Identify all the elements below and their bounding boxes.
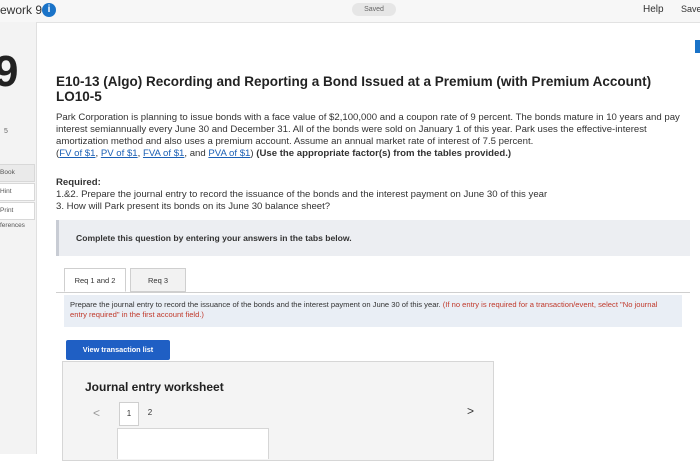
question-number: 9: [0, 47, 19, 96]
question-title: E10-13 (Algo) Recording and Reporting a …: [56, 74, 652, 104]
pva-table-link[interactable]: PVA of $1: [208, 148, 250, 159]
worksheet-pager: < 1 2 >: [85, 402, 495, 426]
page-2-button[interactable]: 2: [141, 402, 159, 424]
journal-entry-worksheet: Journal entry worksheet < 1 2 >: [62, 361, 494, 461]
ebook-button[interactable]: Book: [0, 164, 35, 182]
fv-table-link[interactable]: FV of $1: [59, 148, 95, 159]
requirement-1-2: 1.&2. Prepare the journal entry to recor…: [56, 189, 548, 200]
fva-table-link[interactable]: FVA of $1: [143, 148, 184, 159]
tab-req-3[interactable]: Req 3: [130, 268, 186, 292]
page-1-button[interactable]: 1: [119, 402, 139, 426]
tab-req-1-and-2[interactable]: Req 1 and 2: [64, 268, 126, 292]
factor-note: (Use the appropriate factor(s) from the …: [256, 148, 512, 159]
required-label: Required:: [56, 177, 101, 188]
print-button[interactable]: Print: [0, 202, 35, 220]
problem-text: Park Corporation is planning to issue bo…: [56, 112, 680, 159]
complete-instructions-bar: Complete this question by entering your …: [56, 220, 690, 256]
saved-status: Saved: [352, 3, 396, 16]
chevron-left-icon[interactable]: <: [93, 406, 100, 420]
problem-body: Park Corporation is planning to issue bo…: [56, 112, 680, 147]
complete-prompt: Complete this question by entering your …: [76, 233, 352, 243]
required-section: Required: 1.&2. Prepare the journal entr…: [56, 177, 676, 213]
assignment-title: ework 9: [0, 3, 43, 17]
chevron-right-icon[interactable]: >: [467, 404, 474, 418]
instruction-box: Prepare the journal entry to record the …: [64, 295, 682, 327]
tab-panel: Prepare the journal entry to record the …: [56, 292, 690, 461]
requirement-3: 3. How will Park present its bonds on it…: [56, 201, 331, 212]
top-bar: ework 9 i Saved Help Save: [0, 0, 700, 23]
instruction-main: Prepare the journal entry to record the …: [70, 300, 441, 309]
view-transaction-list-button[interactable]: View transaction list: [66, 340, 170, 360]
points-label: 5: [4, 128, 8, 135]
pv-table-link[interactable]: PV of $1: [101, 148, 138, 159]
info-icon[interactable]: i: [42, 3, 56, 17]
save-exit-link[interactable]: Save: [681, 4, 700, 14]
help-link[interactable]: Help: [643, 4, 664, 15]
worksheet-title: Journal entry worksheet: [85, 380, 224, 394]
references-link[interactable]: ferences: [0, 222, 25, 229]
worksheet-content-area: [117, 428, 269, 459]
hint-button[interactable]: Hint: [0, 183, 35, 201]
sidebar: 9 5 Book Hint Print ferences: [0, 22, 37, 454]
submit-button-edge[interactable]: [695, 40, 700, 53]
